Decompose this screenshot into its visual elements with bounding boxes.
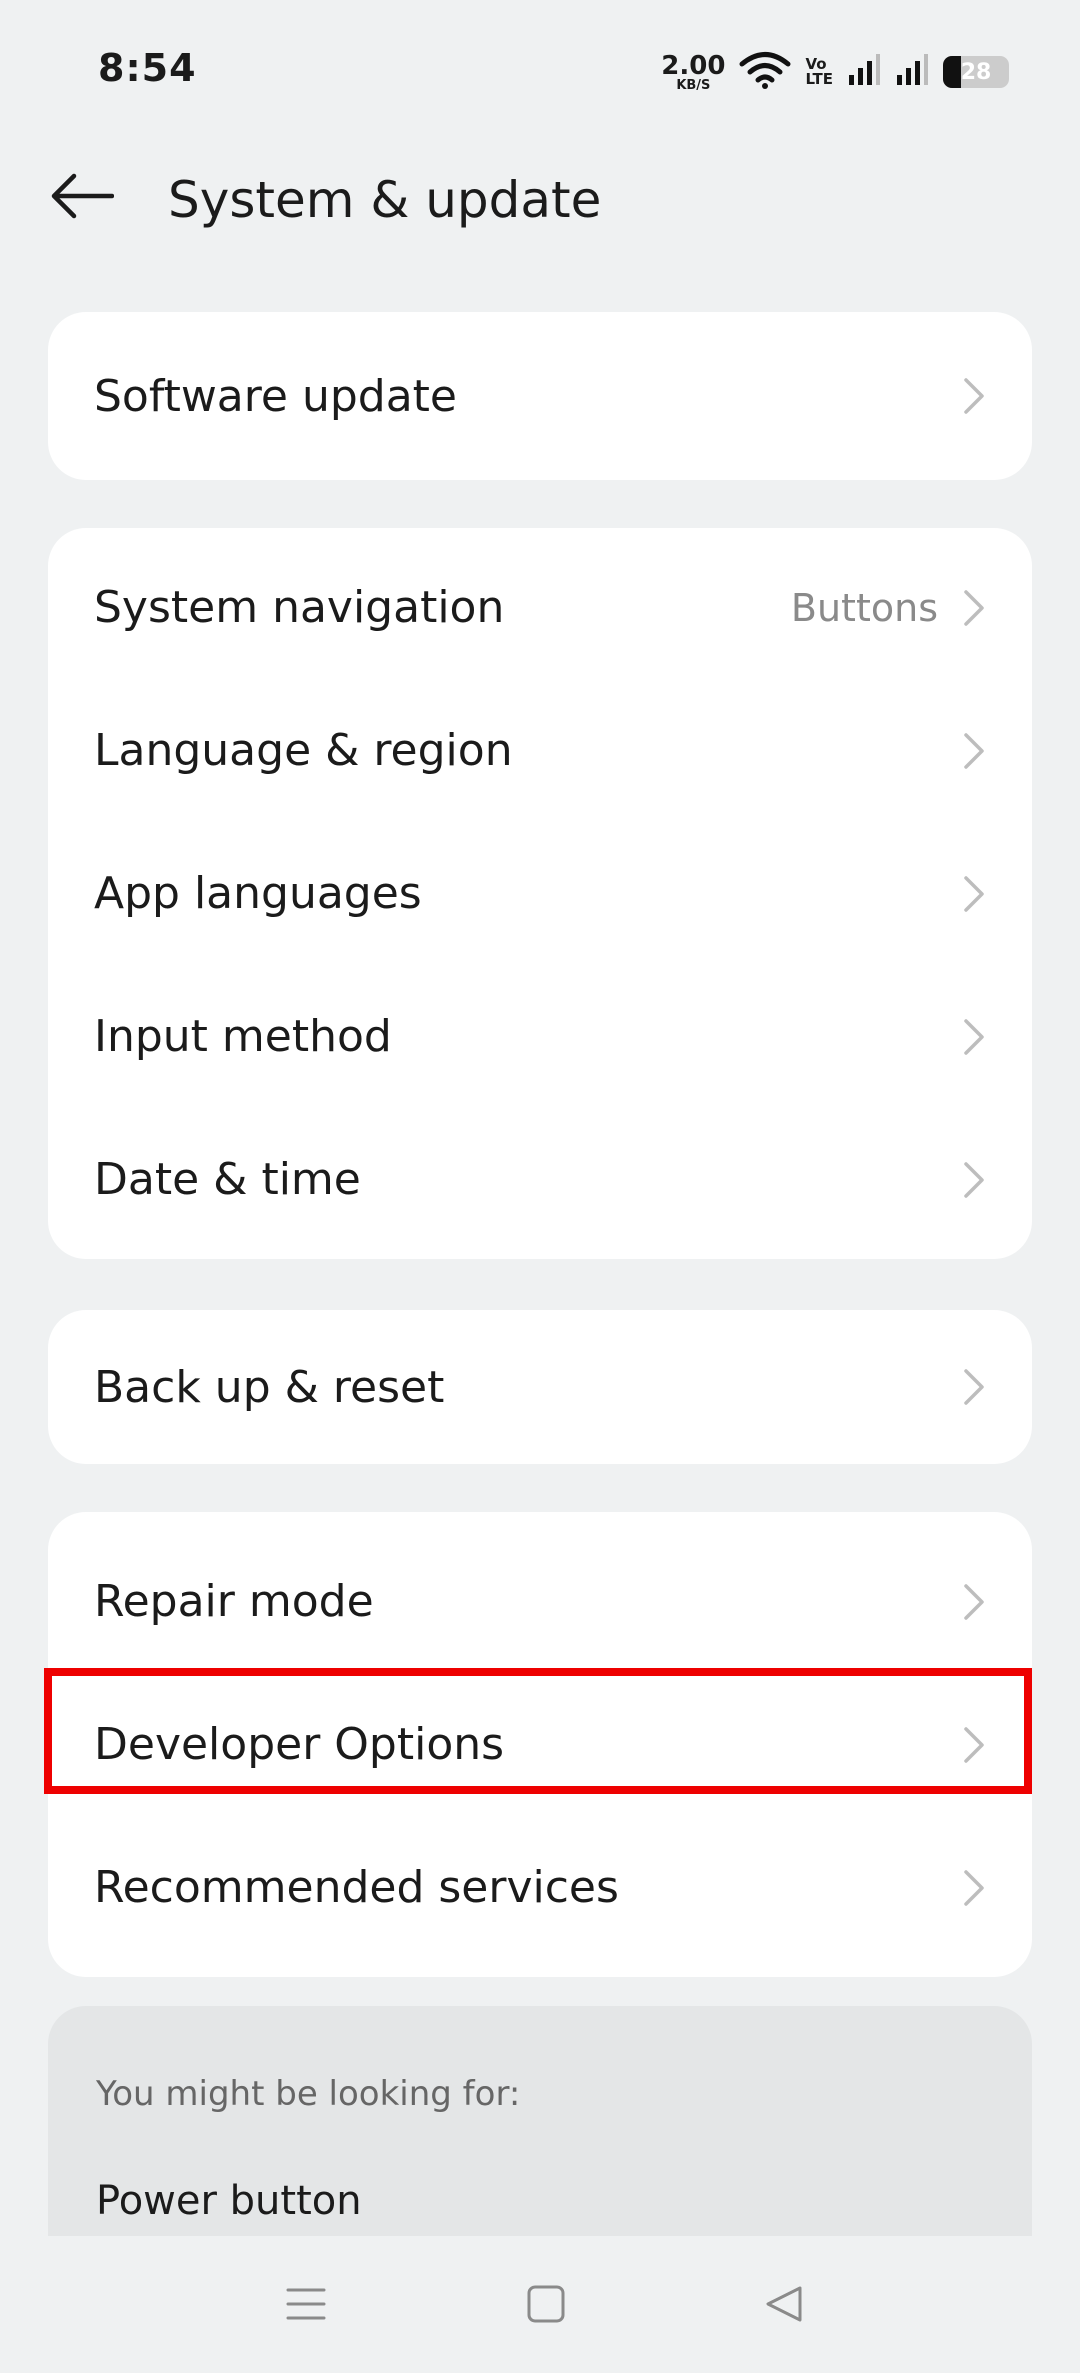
arrow-left-icon: [50, 173, 115, 223]
settings-item-label: Language & region: [94, 725, 513, 776]
settings-item-value: Buttons: [790, 585, 938, 630]
signal-icon: [847, 53, 881, 91]
chevron-right-icon: [962, 588, 986, 628]
settings-item-label: Date & time: [94, 1154, 361, 1205]
app-header: System & update: [0, 150, 1080, 250]
chevron-right-icon: [962, 1160, 986, 1200]
settings-group-system: System navigation Buttons Language & reg…: [48, 528, 1032, 1259]
suggestions-panel: You might be looking for: Power button: [48, 2006, 1032, 2266]
chevron-right-icon: [962, 1725, 986, 1765]
chevron-right-icon: [962, 1582, 986, 1622]
settings-item-input-method[interactable]: Input method: [48, 965, 1032, 1108]
settings-item-system-navigation[interactable]: System navigation Buttons: [48, 536, 1032, 679]
settings-item-language-region[interactable]: Language & region: [48, 679, 1032, 822]
settings-item-repair-mode[interactable]: Repair mode: [48, 1530, 1032, 1673]
status-icons: 2.00 KB/S Vo LTE 28: [661, 50, 1009, 94]
settings-item-label: Input method: [94, 1011, 392, 1062]
settings-item-date-time[interactable]: Date & time: [48, 1108, 1032, 1251]
settings-item-label: App languages: [94, 868, 422, 919]
chevron-right-icon: [962, 376, 986, 416]
settings-item-label: Software update: [94, 370, 457, 422]
chevron-right-icon: [962, 1017, 986, 1057]
menu-lines-icon: [286, 2284, 326, 2328]
home-button[interactable]: [506, 2266, 586, 2346]
chevron-right-icon: [962, 874, 986, 914]
settings-item-recommended-services[interactable]: Recommended services: [48, 1816, 1032, 1959]
status-bar: 8:54 2.00 KB/S Vo LTE 28: [0, 0, 1080, 140]
settings-item-app-languages[interactable]: App languages: [48, 822, 1032, 965]
chevron-right-icon: [962, 1868, 986, 1908]
system-nav-bar: [0, 2236, 1080, 2373]
settings-group-backup: Back up & reset: [48, 1310, 1032, 1464]
suggestions-heading: You might be looking for:: [96, 2074, 521, 2114]
back-button[interactable]: [44, 168, 120, 228]
status-time: 8:54: [98, 46, 197, 90]
volte-indicator: Vo LTE: [805, 57, 833, 87]
network-speed: 2.00 KB/S: [661, 53, 725, 92]
settings-item-software-update[interactable]: Software update: [48, 312, 1032, 480]
square-icon: [526, 2284, 566, 2328]
chevron-right-icon: [962, 1367, 986, 1407]
settings-item-developer-options[interactable]: Developer Options: [48, 1673, 1032, 1816]
nav-back-button[interactable]: [744, 2266, 824, 2346]
triangle-left-icon: [764, 2284, 804, 2328]
wifi-icon: [739, 51, 791, 93]
volte-bottom: LTE: [805, 70, 833, 88]
battery-fill: [943, 56, 962, 88]
settings-item-back-up-reset[interactable]: Back up & reset: [48, 1310, 1032, 1464]
network-speed-unit: KB/S: [676, 77, 711, 93]
network-speed-value: 2.00: [661, 50, 726, 81]
page-title: System & update: [168, 171, 602, 229]
settings-group-advanced: Repair mode Developer Options Recommende…: [48, 1512, 1032, 1977]
battery-indicator: 28: [943, 56, 1009, 88]
battery-icon: 28: [943, 56, 1009, 88]
settings-item-label: System navigation: [94, 582, 505, 633]
settings-item-label: Recommended services: [94, 1862, 619, 1913]
settings-group-update: Software update: [48, 312, 1032, 480]
chevron-right-icon: [962, 731, 986, 771]
recents-button[interactable]: [266, 2266, 346, 2346]
suggestion-item-power-button[interactable]: Power button: [96, 2178, 362, 2224]
settings-item-label: Repair mode: [94, 1576, 374, 1627]
signal-icon: [895, 53, 929, 91]
battery-level: 28: [960, 59, 992, 85]
settings-item-label: Back up & reset: [94, 1361, 445, 1413]
settings-item-label: Developer Options: [94, 1719, 505, 1770]
